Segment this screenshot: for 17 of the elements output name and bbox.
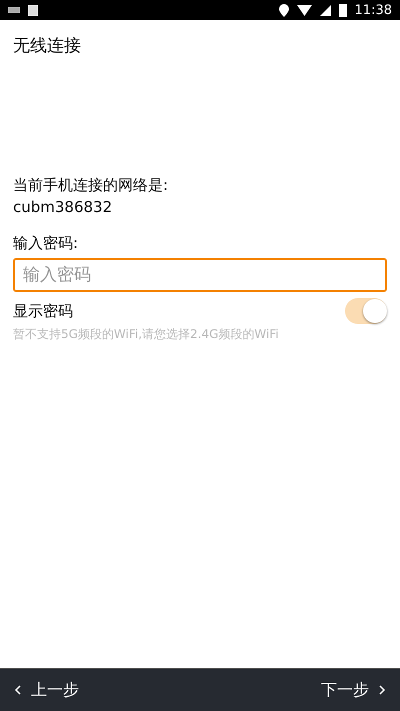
- wifi-icon: [296, 4, 312, 16]
- password-label: 输入密码:: [13, 233, 80, 254]
- network-label: 当前手机连接的网络是:: [13, 175, 170, 196]
- back-button[interactable]: 上一步: [14, 680, 79, 700]
- password-field[interactable]: 输入密码: [13, 258, 387, 292]
- network-name: cubm386832: [13, 197, 114, 218]
- location-icon: [278, 4, 289, 16]
- battery-icon: [338, 4, 347, 16]
- page-title: 无线连接: [12, 35, 82, 58]
- next-button[interactable]: 下一步: [321, 680, 386, 700]
- show-password-label: 显示密码: [13, 301, 73, 322]
- clock-time: 11:38: [354, 2, 392, 18]
- show-password-toggle[interactable]: [345, 298, 387, 324]
- hint-text: 暂不支持5G频段的WiFi,请您选择2.4G频段的WiFi: [13, 326, 280, 343]
- signal-icon: [320, 4, 331, 16]
- chevron-left-icon: [14, 685, 21, 695]
- chevron-right-icon: [379, 685, 386, 695]
